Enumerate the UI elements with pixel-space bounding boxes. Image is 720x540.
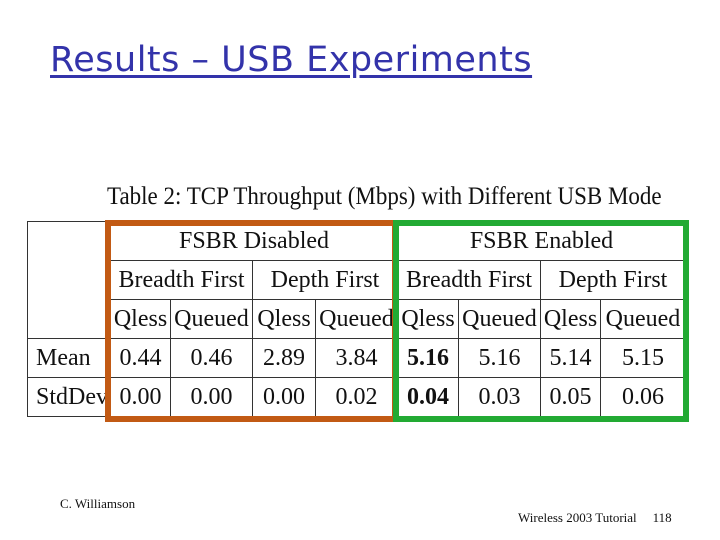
column-header: Queued xyxy=(170,299,253,339)
table-cell: 5.14 xyxy=(540,338,601,378)
table-cell: 0.00 xyxy=(252,377,316,417)
column-header: Qless xyxy=(540,299,601,339)
row-label: Mean xyxy=(27,338,111,378)
subgroup-header-row: Breadth First Depth First Breadth First … xyxy=(27,260,686,300)
table-row-mean: Mean 0.44 0.46 2.89 3.84 5.16 5.16 5.14 … xyxy=(27,338,686,378)
table-cell: 0.05 xyxy=(540,377,601,417)
column-header: Queued xyxy=(600,299,686,339)
group-header-fsbr-disabled: FSBR Disabled xyxy=(110,221,398,261)
table-cell: 0.44 xyxy=(110,338,171,378)
table-cell: 0.00 xyxy=(110,377,171,417)
page-number: 118 xyxy=(652,510,672,525)
footer-author: C. Williamson xyxy=(60,496,136,511)
group-header-row: FSBR Disabled FSBR Enabled xyxy=(27,221,686,261)
table-row-stddev: StdDev 0.00 0.00 0.00 0.02 0.04 0.03 0.0… xyxy=(27,377,686,417)
table-cell-best: 0.04 xyxy=(397,377,459,417)
column-header: Queued xyxy=(315,299,398,339)
footer-right: Wireless 2003 Tutorial 118 xyxy=(518,510,672,526)
corner-cell xyxy=(27,221,111,261)
table-cell: 0.03 xyxy=(458,377,541,417)
table-cell: 0.02 xyxy=(315,377,398,417)
results-table: FSBR Disabled FSBR Enabled Breadth First… xyxy=(27,221,686,417)
column-header-row: Qless Queued Qless Queued Qless Queued Q… xyxy=(27,299,686,339)
group-header-fsbr-enabled: FSBR Enabled xyxy=(397,221,686,261)
table-cell: 5.15 xyxy=(600,338,686,378)
column-header: Qless xyxy=(397,299,459,339)
column-header: Qless xyxy=(252,299,316,339)
subgroup-header: Depth First xyxy=(252,260,398,300)
table-cell: 5.16 xyxy=(458,338,541,378)
table-cell: 0.46 xyxy=(170,338,253,378)
column-header: Qless xyxy=(110,299,171,339)
table-caption: Table 2: TCP Throughput (Mbps) with Diff… xyxy=(107,183,662,210)
corner-cell xyxy=(27,260,111,300)
column-header: Queued xyxy=(458,299,541,339)
table-cell-best: 5.16 xyxy=(397,338,459,378)
subgroup-header: Depth First xyxy=(540,260,686,300)
table-cell: 3.84 xyxy=(315,338,398,378)
table-cell: 2.89 xyxy=(252,338,316,378)
subgroup-header: Breadth First xyxy=(397,260,541,300)
row-label: StdDev xyxy=(27,377,111,417)
table-cell: 0.06 xyxy=(600,377,686,417)
slide-title: Results – USB Experiments xyxy=(50,40,533,80)
table-cell: 0.00 xyxy=(170,377,253,417)
corner-cell xyxy=(27,299,111,339)
footer-event: Wireless 2003 Tutorial xyxy=(518,510,637,525)
subgroup-header: Breadth First xyxy=(110,260,253,300)
